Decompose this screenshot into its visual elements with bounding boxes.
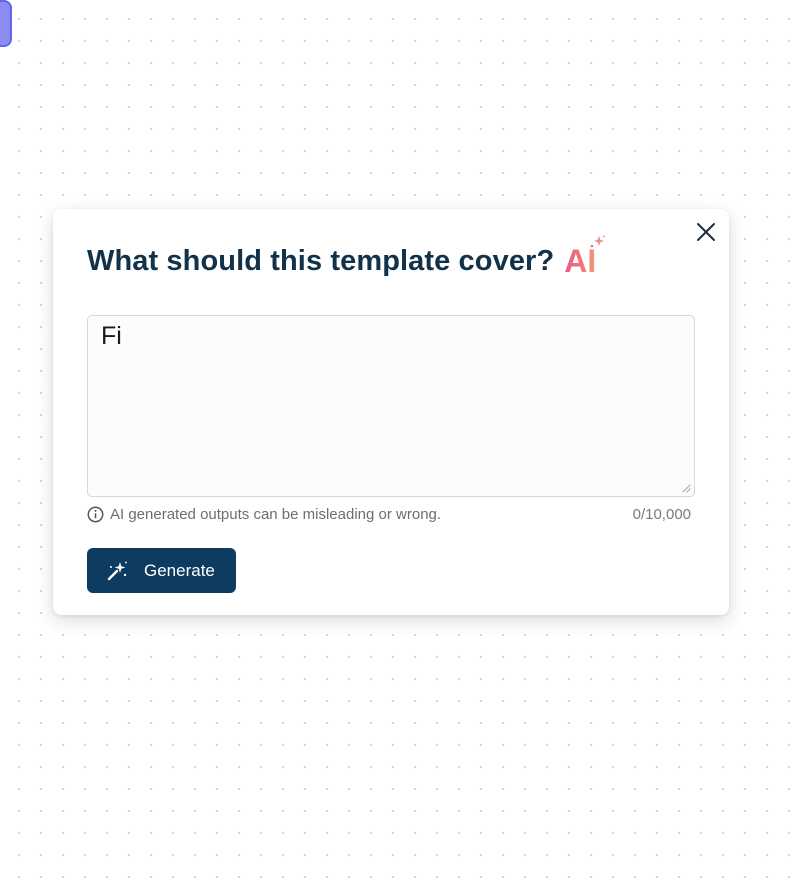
generate-label: Generate — [144, 560, 215, 580]
disclaimer-text: AI generated outputs can be misleading o… — [110, 506, 442, 523]
character-counter: 0/10,000 — [632, 506, 691, 523]
canvas-selection-handle[interactable] — [0, 0, 12, 47]
magic-wand-icon — [107, 561, 127, 580]
helper-row: AI generated outputs can be misleading o… — [87, 506, 691, 523]
close-button[interactable] — [695, 221, 717, 243]
resize-grip-icon[interactable] — [681, 483, 691, 493]
dialog-title: What should this template cover? — [87, 245, 555, 277]
sparkle-icon — [590, 235, 606, 248]
template-prompt-input[interactable] — [88, 316, 694, 496]
close-icon — [697, 223, 715, 241]
info-icon — [87, 506, 104, 523]
disclaimer: AI generated outputs can be misleading o… — [87, 506, 441, 523]
prompt-field-container — [87, 315, 695, 497]
dialog-header: What should this template cover? AI — [87, 235, 606, 278]
ai-badge: AI — [564, 235, 606, 278]
ai-template-dialog: What should this template cover? AI AI g… — [53, 209, 729, 615]
generate-button[interactable]: Generate — [87, 548, 236, 593]
